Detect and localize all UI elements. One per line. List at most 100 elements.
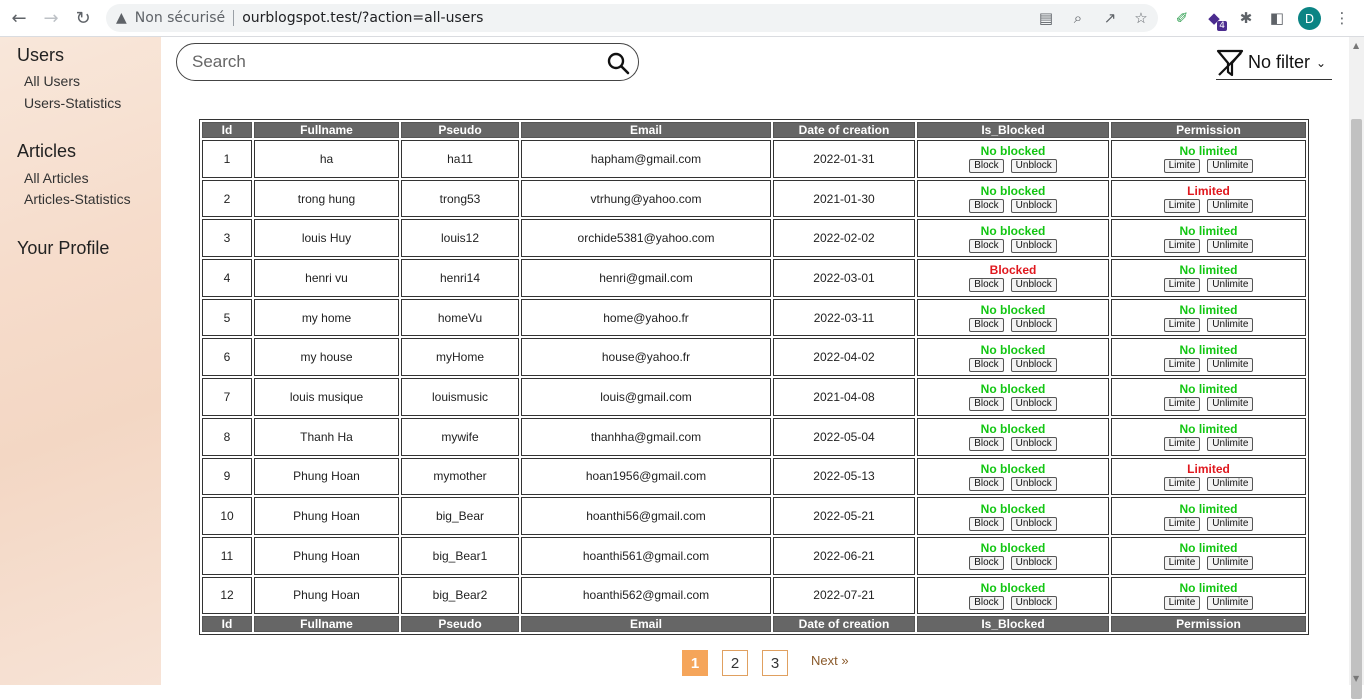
unblock-button[interactable]: Unblock [1010,357,1057,372]
cell-fullname: my home [254,298,399,337]
block-button[interactable]: Block [969,318,1004,333]
unlimite-button[interactable]: Unlimite [1207,357,1254,372]
unlimite-button[interactable]: Unlimite [1207,199,1254,214]
unblock-button[interactable]: Unblock [1010,595,1057,610]
limite-button[interactable]: Limite [1163,556,1201,571]
sidebar-item-all-users[interactable]: All Users [24,73,80,89]
unlimite-button[interactable]: Unlimite [1207,397,1254,412]
extensions-puzzle-icon[interactable]: ✱ [1235,7,1257,29]
unlimite-button[interactable]: Unlimite [1207,238,1254,253]
sidebar-item-all-articles[interactable]: All Articles [24,170,89,186]
limite-button[interactable]: Limite [1163,238,1201,253]
page-2-button[interactable]: 2 [722,650,748,676]
cell-is-blocked: No blocked Block Unblock [917,497,1109,535]
profile-avatar[interactable]: D [1298,7,1321,30]
block-button[interactable]: Block [969,397,1004,412]
limite-button[interactable]: Limite [1163,159,1201,174]
next-page-link[interactable]: Next » [811,653,849,668]
address-bar[interactable]: ▲ Non sécurisé ourblogspot.test/?action=… [106,4,1158,32]
permission-actions: Limite Unlimite [1112,437,1305,452]
table-row: 9 Phung Hoan mymother hoan1956@gmail.com 202… [202,457,1306,496]
block-button[interactable]: Block [969,595,1004,610]
block-button[interactable]: Block [969,357,1004,372]
limite-button[interactable]: Limite [1163,437,1201,452]
blocked-status: No blocked [980,144,1046,159]
extension-badge-icon[interactable]: ◆ 4 [1203,7,1227,31]
unlimite-button[interactable]: Unlimite [1207,318,1254,333]
scrollbar-thumb[interactable] [1351,119,1362,699]
sidebar-item-users-statistics[interactable]: Users-Statistics [24,95,121,111]
zoom-icon[interactable]: ⌕ [1068,8,1088,28]
security-label: Non sécurisé [134,10,226,26]
unlimite-button[interactable]: Unlimite [1207,159,1254,174]
limite-button[interactable]: Limite [1163,595,1201,610]
permission-actions: Limite Unlimite [1112,357,1305,372]
page-1-button[interactable]: 1 [682,650,708,676]
block-button[interactable]: Block [969,556,1004,571]
share-icon[interactable]: ↗ [1100,8,1120,28]
cell-is-blocked: No blocked Block Unblock [917,536,1109,575]
unlimite-button[interactable]: Unlimite [1207,556,1254,571]
browser-toolbar: ← → ↻ ▲ Non sécurisé ourblogspot.test/?a… [0,0,1364,37]
page-3-button[interactable]: 3 [762,650,788,676]
page-scrollbar[interactable]: ▲ ▼ [1349,37,1364,699]
blocked-status: No blocked [980,223,1046,238]
cell-id: 3 [202,219,252,258]
extension-pen-icon[interactable]: ✐ [1171,7,1193,29]
unlimite-button[interactable]: Unlimite [1207,278,1254,293]
foot-col-is-blocked: Is_Blocked [917,616,1109,633]
cell-pseudo: louismusic [401,378,519,416]
blocked-status: No blocked [980,461,1046,476]
search-icon[interactable] [606,51,630,75]
block-button[interactable]: Block [969,159,1004,174]
block-button[interactable]: Block [969,238,1004,253]
unlimite-button[interactable]: Unlimite [1207,516,1254,531]
limite-button[interactable]: Limite [1163,278,1201,293]
menu-kebab-icon[interactable]: ⋮ [1331,7,1353,29]
scroll-down-icon[interactable]: ▼ [1353,674,1359,683]
block-button[interactable]: Block [969,516,1004,531]
limite-button[interactable]: Limite [1163,357,1201,372]
unlimite-button[interactable]: Unlimite [1207,595,1254,610]
unlimite-button[interactable]: Unlimite [1207,476,1254,491]
limite-button[interactable]: Limite [1163,476,1201,491]
cell-fullname: Phung Hoan [254,536,399,575]
limite-button[interactable]: Limite [1163,199,1201,214]
unblock-button[interactable]: Unblock [1010,397,1057,412]
unblock-button[interactable]: Unblock [1010,437,1057,452]
sidebar-item-your-profile[interactable]: Your Profile [17,238,109,259]
sidebar-item-articles-statistics[interactable]: Articles-Statistics [24,191,131,207]
block-button[interactable]: Block [969,476,1004,491]
limite-button[interactable]: Limite [1163,397,1201,412]
block-actions: Block Unblock [918,278,1108,293]
limite-button[interactable]: Limite [1163,318,1201,333]
bookmark-star-icon[interactable]: ☆ [1131,8,1151,28]
search-input[interactable] [192,52,592,72]
filter-dropdown[interactable]: No filter ⌄ [1216,46,1332,80]
cell-pseudo: henri14 [401,259,519,297]
block-actions: Block Unblock [918,397,1108,412]
unblock-button[interactable]: Unblock [1010,159,1057,174]
side-panel-icon[interactable]: ◧ [1266,7,1288,29]
cell-date: 2022-05-21 [773,497,915,535]
translate-icon[interactable]: ▤ [1036,8,1056,28]
unblock-button[interactable]: Unblock [1010,318,1057,333]
unblock-button[interactable]: Unblock [1010,238,1057,253]
block-actions: Block Unblock [918,516,1108,531]
reload-icon[interactable]: ↻ [70,6,96,30]
unblock-button[interactable]: Unblock [1010,199,1057,214]
block-button[interactable]: Block [969,199,1004,214]
unblock-button[interactable]: Unblock [1010,278,1057,293]
back-arrow-icon[interactable]: ← [6,6,32,30]
unblock-button[interactable]: Unblock [1010,476,1057,491]
forward-arrow-icon[interactable]: → [38,6,64,30]
unlimite-button[interactable]: Unlimite [1207,437,1254,452]
limite-button[interactable]: Limite [1163,516,1201,531]
cell-pseudo: trong53 [401,179,519,218]
blocked-status: No blocked [980,541,1046,556]
block-button[interactable]: Block [969,278,1004,293]
block-button[interactable]: Block [969,437,1004,452]
unblock-button[interactable]: Unblock [1010,556,1057,571]
unblock-button[interactable]: Unblock [1010,516,1057,531]
scroll-up-icon[interactable]: ▲ [1353,41,1359,50]
